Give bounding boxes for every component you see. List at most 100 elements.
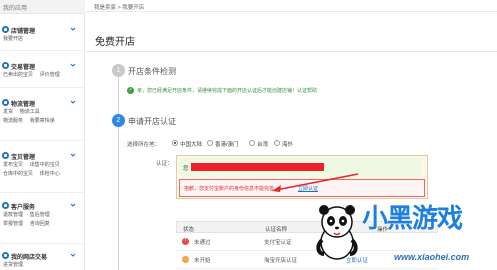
sidebar-group-trade: 交易管理 已卖出的宝贝 评价管理 (0, 61, 85, 80)
chevron-down-icon[interactable] (70, 99, 76, 105)
auth-label: 认证： (156, 161, 173, 167)
sidebar-group-title: 客户服务 (11, 205, 36, 211)
radio-label[interactable]: 香港/澳门 (215, 140, 239, 148)
sidebar-link[interactable]: 已卖出的宝贝 (3, 72, 33, 78)
sidebar-top-label: 我的应用 (3, 6, 28, 12)
radio-taiwan[interactable] (249, 140, 255, 146)
status-text: 未通过 (194, 240, 211, 246)
sidebar-link[interactable]: 发货 (3, 109, 13, 115)
divider (86, 51, 497, 52)
divider (0, 87, 85, 88)
sidebar-links: 仓库中的宝贝 体检中心 (0, 170, 85, 179)
clock-icon: ! (182, 238, 189, 245)
radio-overseas[interactable] (274, 140, 280, 146)
column-header: 状态 (183, 227, 195, 233)
chevron-down-icon[interactable] (70, 252, 76, 258)
sidebar-link[interactable]: 我要寄快递 (30, 118, 55, 124)
sidebar-link[interactable]: 进货管理 (3, 262, 23, 268)
radio-label[interactable]: 台湾 (257, 140, 268, 148)
radio-mainland[interactable] (172, 140, 178, 146)
sidebar-links: 已卖出的宝贝 评价管理 (0, 71, 85, 80)
sidebar-link[interactable]: 出售中的宝贝 (30, 162, 60, 168)
sidebar-group-header[interactable]: 物流管理 (0, 98, 85, 108)
redaction-bar (191, 163, 324, 171)
region-label: 选择所在地： (127, 142, 161, 148)
notice-text: 亲，您已经满足开店条件，请继续完成下面的开店认证后才能创建店铺！认证帮助 (137, 88, 318, 94)
status-text: 未开始 (194, 258, 211, 264)
chevron-down-icon[interactable] (70, 152, 76, 158)
sidebar-group-items: 宝贝管理 发布宝贝 出售中的宝贝 仓库中的宝贝 体检中心 (0, 151, 85, 179)
sidebar-group-header[interactable]: 我的网店交易 (0, 251, 85, 261)
sidebar-group-header[interactable]: 宝贝管理 (0, 151, 85, 161)
sidebar-links: 举报管理 咨询回复 (0, 220, 85, 229)
truck-icon (2, 99, 9, 106)
divider (0, 192, 85, 193)
auth-line-prefix: 您 (183, 166, 189, 172)
sidebar-link[interactable]: 售后管理 (30, 212, 50, 218)
radio-label[interactable]: 海外 (282, 140, 293, 148)
sidebar-link[interactable]: 举报管理 (3, 221, 23, 227)
sidebar-links: 发货 物流工具 (0, 108, 85, 117)
breadcrumb[interactable]: 我是卖家 > 我要开店 (94, 3, 144, 11)
sidebar-group-header[interactable]: 客户服务 (0, 201, 85, 211)
warning-text: 抱歉，您支付宝账户的身份信息不能完善 (184, 186, 275, 192)
sidebar-link[interactable]: 评价管理 (40, 72, 60, 78)
sidebar-link[interactable]: 我要开店 (3, 36, 23, 42)
divider (0, 243, 85, 244)
sidebar-links: 物流服务 我要寄快递 (0, 117, 85, 126)
panda-mascot-icon (316, 205, 358, 260)
sidebar: 我的应用 店铺管理 我要开店 交易管理 已卖出的宝贝 评价管理 物流管理 发货 … (0, 0, 85, 270)
trade-icon (2, 62, 9, 69)
step-badge-2: 2 (112, 114, 125, 127)
chevron-down-icon[interactable] (70, 62, 76, 68)
chevron-down-icon[interactable] (70, 26, 76, 32)
step-title-2: 申请开店认证 (128, 117, 176, 126)
sidebar-group-logistics: 物流管理 发货 物流工具 物流服务 我要寄快递 (0, 98, 85, 126)
sidebar-link[interactable]: 物流工具 (20, 109, 40, 115)
watermark-text: 小黑游戏 (362, 204, 463, 234)
radio-hk-macau[interactable] (207, 140, 213, 146)
divider (0, 140, 85, 141)
radio-label[interactable]: 中国大陆 (180, 140, 202, 148)
sidebar-link[interactable]: 咨询回复 (30, 221, 50, 227)
auth-name: 淘宝开店认证 (264, 258, 298, 264)
breadcrumb-bar: 我是卖家 > 我要开店 (86, 0, 497, 12)
step-badge-1: 1 (112, 64, 125, 77)
sidebar-group-header[interactable]: 店铺管理 (0, 25, 85, 35)
pending-icon: … (182, 256, 189, 263)
chevron-down-icon[interactable] (70, 202, 76, 208)
auth-name: 支付宝认证 (264, 240, 292, 246)
sidebar-group-title: 交易管理 (11, 65, 36, 71)
sidebar-link[interactable]: 仓库中的宝贝 (3, 171, 33, 177)
cart-icon (2, 252, 9, 259)
sidebar-links: 进货管理 (0, 261, 85, 270)
sidebar-group-title: 我的网店交易 (11, 255, 48, 261)
sidebar-link[interactable]: 体检中心 (40, 171, 60, 177)
service-icon (2, 202, 9, 209)
sidebar-links: 我要开店 (0, 35, 85, 44)
sidebar-link[interactable]: 物流服务 (3, 118, 23, 124)
check-icon: ✓ (127, 87, 134, 94)
sidebar-group-header[interactable]: 交易管理 (0, 61, 85, 71)
sidebar-link[interactable]: 退款管理 (3, 212, 23, 218)
eligibility-notice: ✓ 亲，您已经满足开店条件，请继续完成下面的开店认证后才能创建店铺！认证帮助 (127, 86, 372, 96)
sidebar-top: 我的应用 (0, 0, 85, 14)
sidebar-group-title: 物流管理 (11, 102, 36, 108)
column-header: 认证名称 (265, 227, 288, 233)
shop-icon (2, 26, 9, 33)
sidebar-link[interactable]: 发布宝贝 (3, 162, 23, 168)
sidebar-group-title: 店铺管理 (11, 29, 36, 35)
page-title: 免费开店 (95, 37, 135, 48)
sidebar-group-my-trade: 我的网店交易 进货管理 (0, 251, 85, 270)
watermark-logo: 小黑游戏 www.xiaohei.com (300, 192, 497, 270)
watermark-url: www.xiaohei.com (394, 252, 470, 262)
sidebar-group-title: 宝贝管理 (11, 155, 36, 161)
sidebar-links: 发布宝贝 出售中的宝贝 (0, 161, 85, 170)
step-timeline (118, 72, 119, 270)
box-icon (2, 152, 9, 159)
step-title-1: 开店条件检测 (128, 67, 176, 76)
sidebar-group-shop: 店铺管理 我要开店 (0, 25, 85, 44)
sidebar-group-service: 客户服务 退款管理 售后管理 举报管理 咨询回复 (0, 201, 85, 229)
annotation-arrow (272, 173, 359, 192)
divider (0, 50, 85, 51)
